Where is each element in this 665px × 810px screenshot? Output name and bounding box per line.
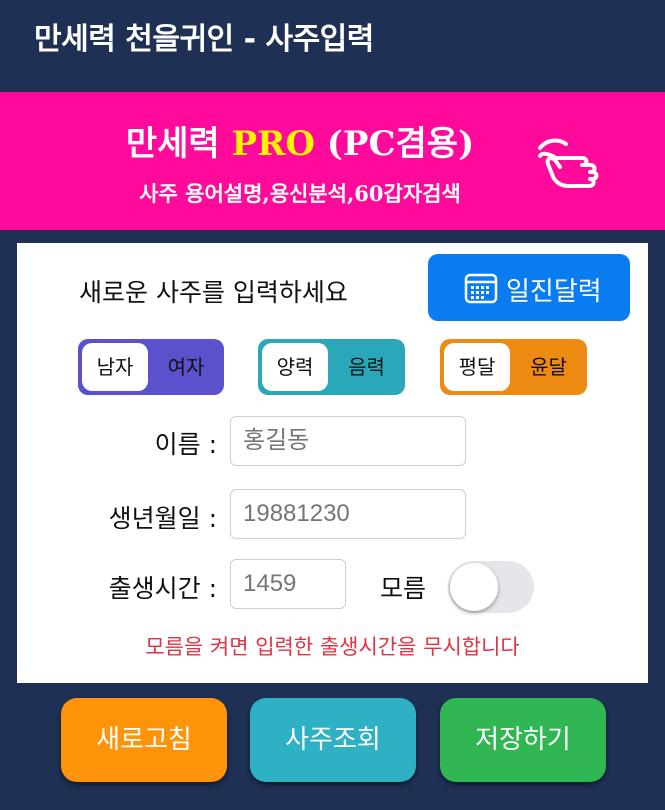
banner-title-pro: PRO [231, 124, 315, 164]
leap-month-segmented-control: 평달 윤달 [440, 339, 587, 395]
name-input[interactable] [230, 416, 466, 466]
banner-subtitle: 사주 용어설명,용신분석,60갑자검색 [139, 181, 461, 206]
toggle-knob [450, 563, 498, 611]
birthtime-input[interactable] [230, 559, 346, 609]
pro-promo-banner[interactable]: 만세력 PRO (PC겸용) 사주 용어설명,용신분석,60갑자검색 [0, 92, 665, 230]
gender-option-female[interactable]: 여자 [152, 343, 220, 391]
view-saju-button[interactable]: 사주조회 [250, 698, 416, 782]
banner-title-suffix: (PC겸용) [314, 124, 475, 164]
calendar-option-lunar[interactable]: 음력 [332, 343, 401, 391]
leap-option-normal[interactable]: 평달 [444, 343, 510, 391]
name-label: 이름 : [154, 430, 217, 459]
save-button[interactable]: 저장하기 [440, 698, 606, 782]
calendar-type-segmented-control: 양력 음력 [258, 339, 405, 395]
birthtime-label: 출생시간 : [108, 574, 217, 603]
banner-title: 만세력 PRO (PC겸용) [0, 116, 600, 165]
ilji-calendar-label: 일진달력 [506, 277, 602, 307]
input-panel: 새로운 사주를 입력하세요 일진달력 남자 여자 양력 음력 평달 윤달 이름 … [17, 243, 648, 683]
unknown-time-toggle[interactable] [448, 561, 534, 613]
unknown-time-label: 모름 [380, 574, 427, 603]
tap-hand-icon [538, 138, 599, 188]
leap-option-leap[interactable]: 윤달 [514, 343, 583, 391]
calendar-icon [464, 273, 498, 304]
ilji-calendar-button[interactable]: 일진달력 [428, 254, 630, 321]
app-header: 만세력 천을귀인 - 사주입력 [0, 0, 665, 92]
input-prompt: 새로운 사주를 입력하세요 [79, 278, 348, 307]
birthdate-label: 생년월일 : [108, 504, 217, 533]
calendar-option-solar[interactable]: 양력 [262, 343, 328, 391]
banner-title-main: 만세력 [125, 124, 232, 164]
birthdate-input[interactable] [230, 489, 466, 539]
gender-segmented-control: 남자 여자 [78, 339, 224, 395]
page-title: 만세력 천을귀인 - 사주입력 [34, 22, 374, 57]
warning-text: 모름을 켜면 입력한 출생시간을 무시합니다 [145, 635, 520, 659]
gender-option-male[interactable]: 남자 [82, 343, 148, 391]
refresh-button[interactable]: 새로고침 [61, 698, 227, 782]
